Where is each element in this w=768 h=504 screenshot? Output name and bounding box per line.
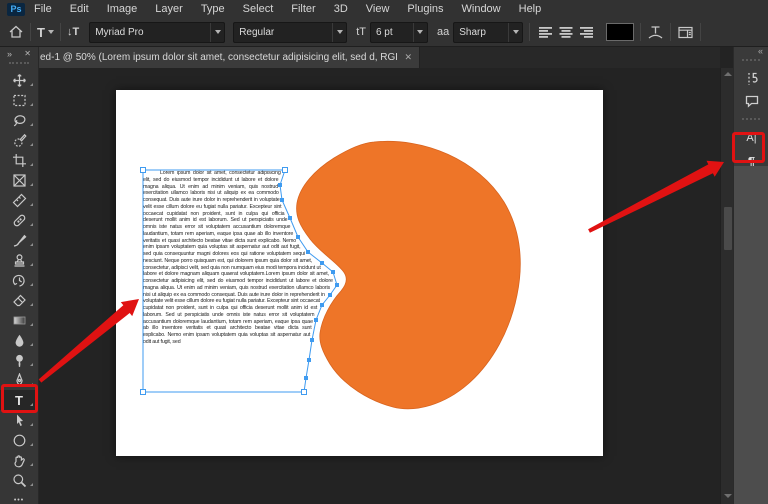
spot-healing-brush-tool[interactable]	[0, 210, 38, 230]
eyedropper-tool[interactable]	[0, 190, 38, 210]
panel-dock: « A| ¶	[733, 46, 768, 504]
lasso-tool[interactable]	[0, 110, 38, 130]
path-selection-tool[interactable]	[0, 410, 38, 430]
chevron-down-icon	[210, 23, 224, 42]
highlight-box-type-tool	[1, 384, 38, 413]
eraser-tool[interactable]	[0, 290, 38, 310]
divider	[670, 23, 671, 41]
menu-layer[interactable]: Layer	[146, 0, 192, 18]
dock-collapse-icon[interactable]: «	[758, 46, 763, 56]
type-tool-icon: T	[37, 25, 45, 40]
dock-empty-area	[734, 166, 768, 504]
menu-view[interactable]: View	[357, 0, 399, 18]
tools-collapse-icon[interactable]: »	[7, 49, 12, 59]
quick-selection-tool[interactable]	[0, 130, 38, 150]
text-orientation-toggle[interactable]: ↓T	[67, 26, 79, 38]
font-family-value: Myriad Pro	[90, 27, 210, 38]
history-panel-button[interactable]	[734, 68, 768, 90]
clone-stamp-tool[interactable]	[0, 250, 38, 270]
hand-tool[interactable]	[0, 450, 38, 470]
text-orientation-icon: ↓T	[67, 26, 79, 38]
scroll-down-icon[interactable]	[724, 494, 732, 498]
tools-close-icon[interactable]: ✕	[24, 49, 31, 58]
tools-grip[interactable]	[9, 62, 29, 68]
document-scrollbar	[720, 68, 733, 504]
comments-panel-button[interactable]	[734, 90, 768, 112]
frame-tool[interactable]	[0, 170, 38, 190]
menu-plugins[interactable]: Plugins	[398, 0, 452, 18]
divider	[30, 23, 31, 41]
align-right-button[interactable]	[576, 27, 596, 38]
align-center-button[interactable]	[556, 27, 576, 38]
menu-filter[interactable]: Filter	[282, 0, 324, 18]
dock-grip[interactable]	[742, 118, 760, 124]
document-tab[interactable]: ed-1 @ 50% (Lorem ipsum dolor sit amet, …	[30, 46, 420, 68]
warp-text-button[interactable]	[647, 25, 664, 40]
document-tab-title: ed-1 @ 50% (Lorem ipsum dolor sit amet, …	[40, 52, 397, 63]
dodge-tool[interactable]	[0, 350, 38, 370]
photoshop-logo-icon: Ps	[7, 3, 25, 16]
crop-tool[interactable]	[0, 150, 38, 170]
edit-toolbar-button[interactable]: •••	[0, 490, 38, 504]
tab-close-icon[interactable]: ✕	[397, 52, 419, 63]
photoshop-window: Ps File Edit Image Layer Type Select Fil…	[0, 0, 768, 504]
anti-alias-value: Sharp	[454, 27, 508, 38]
highlight-box-paragraph-panel	[732, 132, 765, 163]
font-size-value: 6 pt	[371, 27, 413, 38]
divider	[60, 23, 61, 41]
tools-panel: » ✕	[0, 46, 39, 504]
scrollbar-thumb[interactable]	[724, 207, 732, 250]
brush-tool[interactable]	[0, 230, 38, 250]
divider	[529, 23, 530, 41]
options-bar: T ↓T Myriad Pro Regular tT 6 pt aa Sharp	[0, 18, 768, 47]
move-tool[interactable]	[0, 70, 38, 90]
canvas[interactable]: Lorem ipsum dolor sit amet, consectetur …	[116, 90, 603, 456]
text-frame-overlay	[116, 90, 603, 456]
zoom-tool[interactable]	[0, 470, 38, 490]
font-size-select[interactable]: 6 pt	[370, 22, 428, 43]
menu-window[interactable]: Window	[453, 0, 510, 18]
font-family-select[interactable]: Myriad Pro	[89, 22, 225, 43]
menu-help[interactable]: Help	[510, 0, 551, 18]
chevron-down-icon	[413, 23, 427, 42]
chevron-down-icon	[48, 30, 54, 34]
anti-alias-select[interactable]: Sharp	[453, 22, 523, 43]
font-size-icon: tT	[356, 26, 366, 38]
rectangular-marquee-tool[interactable]	[0, 90, 38, 110]
menu-image[interactable]: Image	[98, 0, 147, 18]
font-style-value: Regular	[234, 27, 332, 38]
history-brush-tool[interactable]	[0, 270, 38, 290]
font-style-select[interactable]: Regular	[233, 22, 347, 43]
menu-3d[interactable]: 3D	[325, 0, 357, 18]
ellipse-shape-tool[interactable]	[0, 430, 38, 450]
tab-bar: ed-1 @ 50% (Lorem ipsum dolor sit amet, …	[0, 46, 720, 68]
gradient-tool[interactable]	[0, 310, 38, 330]
divider	[700, 23, 701, 41]
anti-alias-icon: aa	[437, 26, 449, 38]
blur-tool[interactable]	[0, 330, 38, 350]
divider	[640, 23, 641, 41]
menu-file[interactable]: File	[25, 0, 61, 18]
chevron-down-icon	[332, 23, 346, 42]
ellipsis-icon: •••	[14, 497, 24, 504]
menu-select[interactable]: Select	[234, 0, 283, 18]
toggle-panels-button[interactable]	[677, 25, 694, 40]
dock-grip[interactable]	[742, 59, 760, 65]
chevron-down-icon	[508, 23, 522, 42]
menu-type[interactable]: Type	[192, 0, 234, 18]
scroll-up-icon[interactable]	[724, 72, 732, 76]
home-icon[interactable]	[8, 24, 24, 40]
type-tool-preset-button[interactable]: T	[37, 25, 54, 40]
menu-edit[interactable]: Edit	[61, 0, 98, 18]
text-color-swatch[interactable]	[606, 23, 634, 41]
menu-bar: Ps File Edit Image Layer Type Select Fil…	[0, 0, 768, 19]
align-left-button[interactable]	[536, 27, 556, 38]
